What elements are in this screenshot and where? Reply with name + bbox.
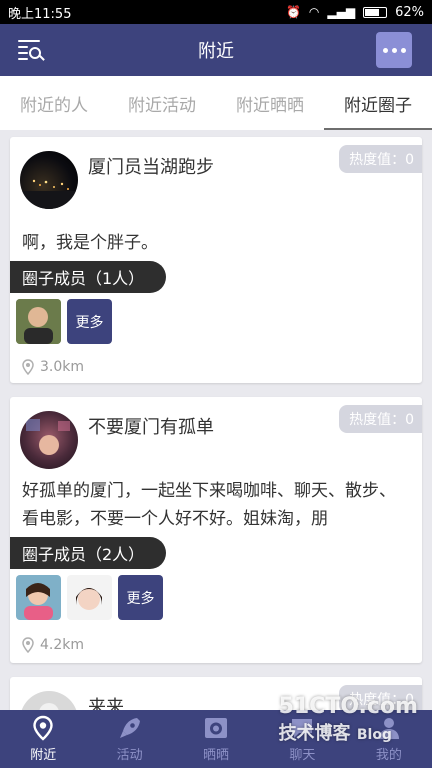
distance-info: 3.0km — [22, 359, 84, 375]
watermark-site: 51CTO.com — [278, 694, 418, 719]
group-card[interactable]: 热度值：0 厦门员当湖跑步 啊，我是个胖子。 圈子成员（1人） 更多 3.0km — [10, 137, 422, 383]
nav-nearby[interactable]: 附近 — [0, 710, 86, 768]
alarm-icon: ⏰ — [285, 5, 301, 19]
group-name: 不要厦门有孤单 — [88, 417, 214, 438]
tab-nearby-groups[interactable]: 附近圈子 — [324, 76, 432, 130]
app-header: 附近 — [0, 24, 432, 76]
status-bar: 晚上11:55 ⏰ ◠ ▂▄▆ 62% — [0, 0, 432, 24]
location-pin-icon — [33, 715, 53, 741]
more-members-button[interactable]: 更多 — [118, 575, 163, 620]
member-avatar[interactable] — [16, 575, 61, 620]
member-list: 更多 — [16, 575, 163, 620]
member-list: 更多 — [16, 299, 112, 344]
tab-nearby-activities[interactable]: 附近活动 — [108, 76, 216, 130]
more-options-button[interactable] — [376, 32, 412, 68]
group-card[interactable]: 热度值：0 不要厦门有孤单 好孤单的厦门，一起坐下来喝咖啡、聊天、散步、看电影，… — [10, 397, 422, 663]
member-avatar[interactable] — [67, 575, 112, 620]
nav-label: 我的 — [375, 748, 402, 763]
page-title: 附近 — [198, 41, 234, 62]
camera-icon — [205, 718, 228, 738]
location-pin-icon — [22, 359, 34, 375]
distance-value: 3.0km — [40, 359, 85, 375]
more-members-button[interactable]: 更多 — [67, 299, 112, 344]
watermark-sub: 技术博客 Blog — [278, 723, 392, 744]
group-name: 厦门员当湖跑步 — [88, 157, 214, 178]
more-dots-icon — [382, 47, 388, 53]
groups-feed: 热度值：0 厦门员当湖跑步 啊，我是个胖子。 圈子成员（1人） 更多 3.0km… — [0, 130, 432, 710]
battery-percent: 62% — [395, 4, 424, 20]
heat-badge: 热度值：0 — [339, 405, 422, 433]
nav-label: 附近 — [30, 748, 57, 763]
tab-nearby-shares[interactable]: 附近晒晒 — [216, 76, 324, 130]
member-avatar[interactable] — [16, 299, 61, 344]
group-avatar — [20, 411, 78, 469]
group-description: 好孤单的厦门，一起坐下来喝咖啡、聊天、散步、看电影，不要一个人好不好。姐妹淘，朋 — [22, 481, 396, 529]
signal-icon: ▂▄▆ — [327, 5, 356, 19]
nav-label: 活动 — [116, 748, 143, 763]
group-avatar — [20, 151, 78, 209]
status-time: 晚上11:55 — [8, 6, 72, 22]
nav-shares[interactable]: 晒晒 — [173, 710, 259, 768]
rocket-icon — [119, 718, 140, 738]
location-pin-icon — [22, 637, 34, 653]
group-name: 来来 — [88, 697, 124, 710]
menu-search-button[interactable] — [16, 36, 46, 64]
nav-activities[interactable]: 活动 — [86, 710, 172, 768]
tab-nearby-people[interactable]: 附近的人 — [0, 76, 108, 130]
heat-badge: 热度值：0 — [339, 145, 422, 173]
group-avatar — [20, 691, 78, 710]
group-description: 啊，我是个胖子。 — [22, 233, 158, 253]
nav-label: 聊天 — [289, 748, 316, 763]
members-label: 圈子成员（1人） — [10, 261, 167, 293]
distance-info: 4.2km — [22, 637, 84, 653]
wifi-icon: ◠ — [308, 5, 320, 19]
distance-value: 4.2km — [40, 637, 85, 653]
nav-label: 晒晒 — [203, 748, 230, 763]
site-watermark: 51CTO.com 技术博客 Blog — [279, 694, 418, 745]
battery-icon — [363, 6, 388, 18]
tab-bar: 附近的人 附近活动 附近晒晒 附近圈子 — [0, 76, 432, 130]
members-label: 圈子成员（2人） — [10, 537, 167, 569]
